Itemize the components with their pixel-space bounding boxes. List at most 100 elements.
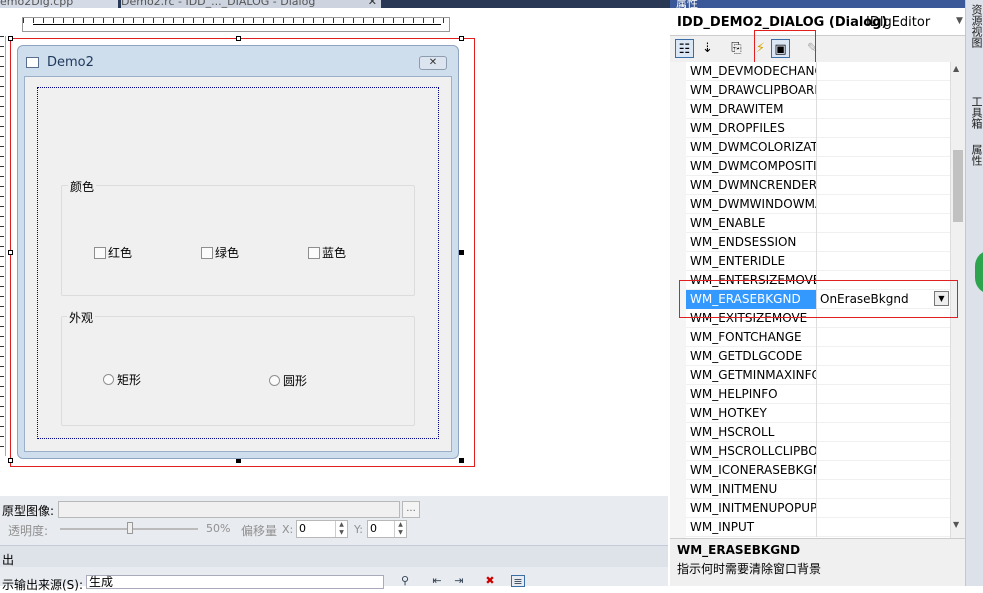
message-handler-cell[interactable] [816,499,950,518]
message-handler-cell[interactable] [816,347,950,366]
message-handler-cell[interactable] [816,366,950,385]
alphabetical-icon[interactable]: ⇣ [698,39,717,58]
appearance-group-box[interactable] [61,316,415,426]
message-handler-cell[interactable] [816,480,950,499]
opacity-slider-thumb[interactable] [127,522,133,534]
message-handler-cell[interactable] [816,62,950,81]
tab-dlg-cpp[interactable]: emo2Dlg.cpp [0,0,118,8]
side-tab-resource-view[interactable]: 资源视图 [968,4,983,48]
radio-circle[interactable]: 圆形 [269,374,307,388]
resize-handle[interactable] [8,36,13,41]
message-handler-cell[interactable] [816,176,950,195]
message-row[interactable]: WM_DRAWCLIPBOARD [686,81,950,100]
radio-rectangle[interactable]: 矩形 [103,373,141,387]
message-row[interactable]: WM_INITMENUPOPUP [686,499,950,518]
resize-handle[interactable] [459,458,464,463]
scrollbar-thumb[interactable] [953,150,963,222]
ruler-tick [0,136,4,137]
message-name: WM_INITMENU [690,482,778,496]
message-handler-cell[interactable] [816,404,950,423]
checkbox-green[interactable]: 绿色 [201,246,239,260]
find-message-icon[interactable]: ⚲ [398,575,412,587]
property-pages-icon[interactable]: ⎘ [727,39,746,58]
dialog-close-icon[interactable]: ✕ [419,56,447,70]
message-handler-cell[interactable] [816,195,950,214]
next-message-icon[interactable]: ⇥ [452,575,466,587]
message-row[interactable]: WM_FONTCHANGE [686,328,950,347]
message-handler-cell[interactable] [816,138,950,157]
message-row[interactable]: WM_INITMENU [686,480,950,499]
chevron-down-icon[interactable]: ▼ [956,16,963,26]
resize-handle[interactable] [8,250,13,255]
message-handler-cell[interactable] [816,81,950,100]
x-offset-input[interactable]: 0 ▲ ▼ [296,520,348,538]
message-row[interactable]: WM_ENTERIDLE [686,252,950,271]
prototype-image-field[interactable] [58,501,400,518]
ruler-tick [0,286,4,287]
message-row[interactable]: WM_GETDLGCODE [686,347,950,366]
color-group-box[interactable] [61,185,415,296]
resize-handle[interactable] [236,36,241,41]
resize-handle[interactable] [8,458,13,463]
prototype-image-label: 原型图像: [2,504,55,518]
categorized-icon[interactable]: ☷ [675,39,694,58]
ruler-tick [0,126,4,127]
output-source-select[interactable]: 生成 [86,575,384,589]
browse-button[interactable]: ... [402,501,420,518]
message-row[interactable]: WM_HELPINFO [686,385,950,404]
tab-close-icon[interactable]: ✕ [368,0,377,8]
message-row[interactable]: WM_HOTKEY [686,404,950,423]
message-row[interactable]: WM_HSCROLLCLIPBOARD [686,442,950,461]
message-handler-cell[interactable] [816,442,950,461]
message-handler-cell[interactable] [816,518,950,537]
side-tab-properties[interactable]: 属性 [968,144,983,166]
message-handler-cell[interactable] [816,214,950,233]
message-row[interactable]: WM_DEVMODECHANGE [686,62,950,81]
message-handler-cell[interactable] [816,328,950,347]
side-tab-toolbox[interactable]: 工具箱 [968,96,983,129]
message-handler-cell[interactable] [816,461,950,480]
message-handler-cell[interactable] [816,119,950,138]
word-wrap-icon[interactable]: ≡ [511,575,525,588]
message-row[interactable]: WM_DRAWITEM [686,100,950,119]
clear-all-icon[interactable]: ✖ [483,575,497,587]
spinner-icon[interactable]: ▲ ▼ [335,521,347,537]
message-handler-cell[interactable] [816,423,950,442]
message-row[interactable]: WM_DROPFILES [686,119,950,138]
message-row[interactable]: WM_DWMCOLORIZATIONCOLORCHANGED [686,138,950,157]
ruler-tick [233,18,234,23]
message-row[interactable]: WM_ICONERASEBKGND [686,461,950,480]
message-name: WM_DRAWCLIPBOARD [690,83,816,97]
ruler-tick [0,436,4,437]
message-row[interactable]: WM_ENABLE [686,214,950,233]
previous-message-icon[interactable]: ⇤ [430,575,444,587]
resize-handle[interactable] [459,250,464,255]
spinner-icon[interactable]: ▲ ▼ [394,521,406,537]
ruler-tick [0,216,4,217]
message-handler-cell[interactable] [816,100,950,119]
message-handler-cell[interactable] [816,252,950,271]
y-offset-input[interactable]: 0 ▲ ▼ [367,520,407,538]
ruler-tick [0,326,4,327]
message-row[interactable]: WM_GETMINMAXINFO [686,366,950,385]
message-row[interactable]: WM_INPUT [686,518,950,537]
ruler-tick [0,156,4,157]
scroll-down-icon[interactable]: ▼ [953,520,959,529]
message-row[interactable]: WM_DWMWINDOWMAXIMIZEDCHANGE [686,195,950,214]
message-handler-cell[interactable] [816,385,950,404]
dialog-title: Demo2 [47,55,94,70]
message-row[interactable]: WM_ENDSESSION [686,233,950,252]
message-handler-cell[interactable] [816,233,950,252]
tab-dialog-resource[interactable]: Demo2.rc - IDD_..._DIALOG - Dialog ✕ [121,0,381,8]
resize-handle[interactable] [459,36,464,41]
ruler-tick [0,306,4,307]
message-row[interactable]: WM_HSCROLL [686,423,950,442]
scroll-up-icon[interactable]: ▲ [953,64,959,73]
ruler-tick [263,18,264,23]
message-handler-cell[interactable] [816,157,950,176]
checkbox-blue[interactable]: 蓝色 [308,246,346,260]
checkbox-red[interactable]: 红色 [94,246,132,260]
message-row[interactable]: WM_DWMNCRENDERINGCHANGED [686,176,950,195]
message-row[interactable]: WM_DWMCOMPOSITIONCHANGED [686,157,950,176]
ruler-tick [283,18,284,23]
